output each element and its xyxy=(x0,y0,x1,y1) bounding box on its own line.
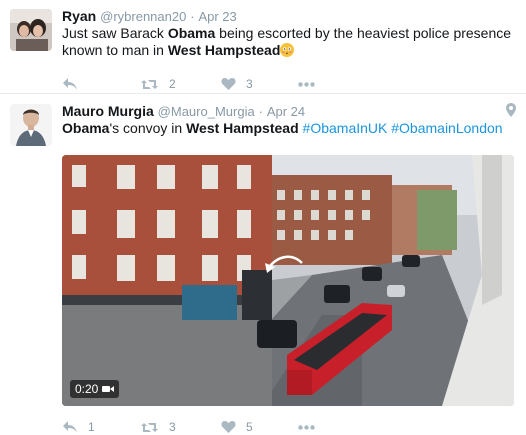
tweet[interactable]: Ryan @rybrennan20 · Apr 23 Just saw Bara… xyxy=(0,0,526,94)
fullname[interactable]: Mauro Murgia xyxy=(62,103,154,119)
username[interactable]: @rybrennan20 xyxy=(100,9,186,24)
video-duration-badge: 0:20 xyxy=(70,380,120,398)
text-segment-bold: Obama xyxy=(167,25,216,41)
tweet-header: Ryan @rybrennan20 · Apr 23 xyxy=(62,8,518,25)
text-segment: 's convoy in xyxy=(109,120,187,136)
video-camera-icon xyxy=(102,386,115,392)
username[interactable]: @Mauro_Murgia xyxy=(158,104,255,119)
retweet-icon xyxy=(141,79,158,89)
reply-icon xyxy=(63,421,77,433)
retweet-icon xyxy=(141,422,158,432)
retweet-count: 2 xyxy=(169,77,176,91)
hashtag-link[interactable]: #ObamainLondon xyxy=(391,120,502,136)
more-button[interactable] xyxy=(298,424,315,430)
location-pin-icon[interactable] xyxy=(506,103,516,120)
text-segment-bold: Obama xyxy=(62,120,110,136)
tweet-text: Obama's convoy in West Hampstead #ObamaI… xyxy=(62,120,518,137)
tweet[interactable]: Mauro Murgia @Mauro_Murgia · Apr 24 Obam… xyxy=(0,95,526,435)
reply-count: 1 xyxy=(88,420,95,434)
video-player[interactable]: 0:20 xyxy=(62,155,514,406)
like-button[interactable]: 3 xyxy=(221,77,254,91)
heart-icon xyxy=(221,421,236,433)
more-button[interactable] xyxy=(298,81,315,87)
reply-icon xyxy=(63,78,77,90)
retweet-button[interactable]: 2 xyxy=(140,77,177,91)
separator: · xyxy=(258,104,263,119)
tweet-header: Mauro Murgia @Mauro_Murgia · Apr 24 xyxy=(62,103,518,120)
video-duration: 0:20 xyxy=(75,382,99,396)
avatar[interactable] xyxy=(10,104,52,146)
more-icon xyxy=(298,81,315,87)
tweet-actions: 2 3 xyxy=(62,75,359,93)
separator: · xyxy=(190,9,195,24)
like-count: 5 xyxy=(246,420,253,434)
like-button[interactable]: 5 xyxy=(221,420,254,434)
tweet-text: Just saw Barack Obama being escorted by … xyxy=(62,25,518,59)
like-count: 3 xyxy=(246,77,253,91)
retweet-button[interactable]: 3 xyxy=(140,420,177,434)
fullname[interactable]: Ryan xyxy=(62,8,96,24)
text-segment: Just saw Barack xyxy=(62,25,168,41)
heart-icon xyxy=(221,78,236,90)
hashtag-link[interactable]: #ObamaInUK xyxy=(303,120,388,136)
text-segment-bold: West Hampstead xyxy=(167,42,281,58)
timestamp[interactable]: Apr 24 xyxy=(267,104,305,119)
retweet-count: 3 xyxy=(169,420,176,434)
video-thumbnail xyxy=(62,155,514,406)
flushed-face-emoji-icon xyxy=(280,43,295,57)
tweet-actions: 1 3 5 xyxy=(62,418,359,435)
avatar[interactable] xyxy=(10,9,52,51)
reply-button[interactable] xyxy=(62,77,96,91)
more-icon xyxy=(298,424,315,430)
timestamp[interactable]: Apr 23 xyxy=(198,9,236,24)
reply-button[interactable]: 1 xyxy=(62,420,96,434)
text-segment-bold: West Hampstead xyxy=(186,120,299,136)
